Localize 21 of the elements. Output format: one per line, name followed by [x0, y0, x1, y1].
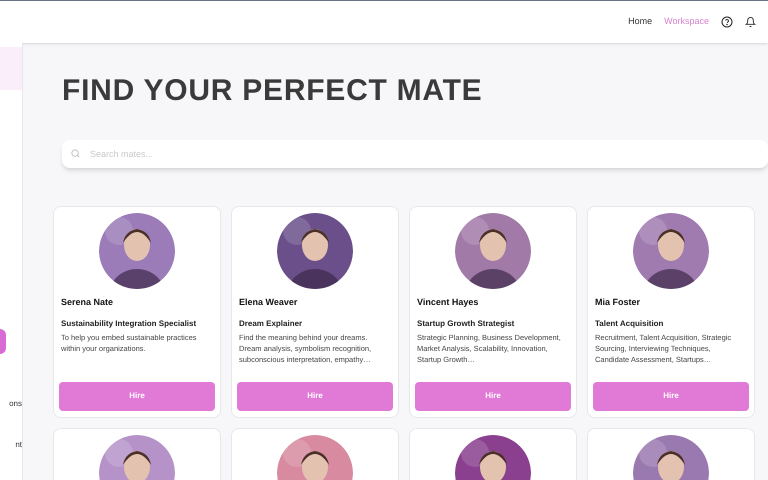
sidebar-action-button[interactable] [0, 328, 6, 354]
mate-name: Vincent Hayes [417, 296, 480, 309]
mate-name: Serena Nate [61, 296, 114, 309]
nav-link[interactable]: Home [628, 15, 652, 29]
mate-role: Dream Explainer [239, 318, 304, 330]
hire-button[interactable]: Hire [237, 382, 393, 410]
help-icon[interactable] [721, 16, 733, 28]
nav-link[interactable]: Workspace [664, 15, 709, 29]
hire-button[interactable]: Hire [593, 382, 749, 410]
mate-role: Sustainability Integration Specialist [61, 318, 198, 330]
hire-button[interactable]: Hire [415, 382, 571, 410]
search-icon [70, 148, 81, 159]
sidebar-item[interactable]: nt [15, 439, 22, 480]
mate-name: Mia Foster [595, 296, 642, 309]
bell-icon[interactable] [745, 16, 756, 28]
page-title: FIND YOUR PERFECT MATE [62, 76, 484, 106]
mate-name: Elena Weaver [239, 296, 298, 309]
mate-role: Startup Growth Strategist [417, 318, 516, 330]
hire-button[interactable]: Hire [59, 382, 215, 410]
sidebar-item[interactable]: ons [9, 398, 22, 440]
mate-role: Talent Acquisition [595, 318, 664, 330]
